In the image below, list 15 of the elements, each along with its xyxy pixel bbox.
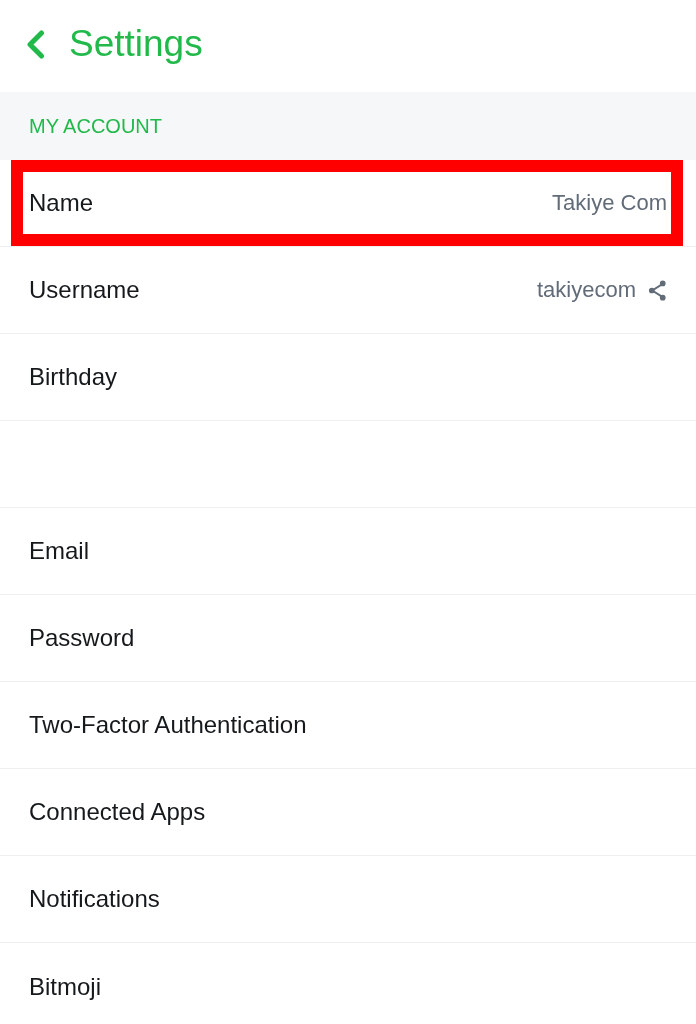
share-icon[interactable] xyxy=(648,279,667,301)
settings-row[interactable]: Birthday xyxy=(0,334,696,421)
settings-row[interactable]: Email xyxy=(0,508,696,595)
settings-row[interactable]: Two-Factor Authentication xyxy=(0,682,696,769)
settings-row[interactable]: Notifications xyxy=(0,856,696,943)
settings-row[interactable]: Name Takiye Com xyxy=(0,160,696,247)
settings-row[interactable]: Password xyxy=(0,595,696,682)
chevron-left-icon[interactable] xyxy=(25,29,45,59)
settings-row[interactable]: Connected Apps xyxy=(0,769,696,856)
screen-title: Settings xyxy=(69,23,203,65)
settings-row[interactable]: Bitmoji xyxy=(0,943,696,1024)
section-title: MY ACCOUNT xyxy=(29,114,162,138)
row-value: Takiye Com xyxy=(552,190,667,216)
settings-row[interactable]: Username takiyecom xyxy=(0,247,696,334)
row-value: takiyecom xyxy=(536,277,636,303)
